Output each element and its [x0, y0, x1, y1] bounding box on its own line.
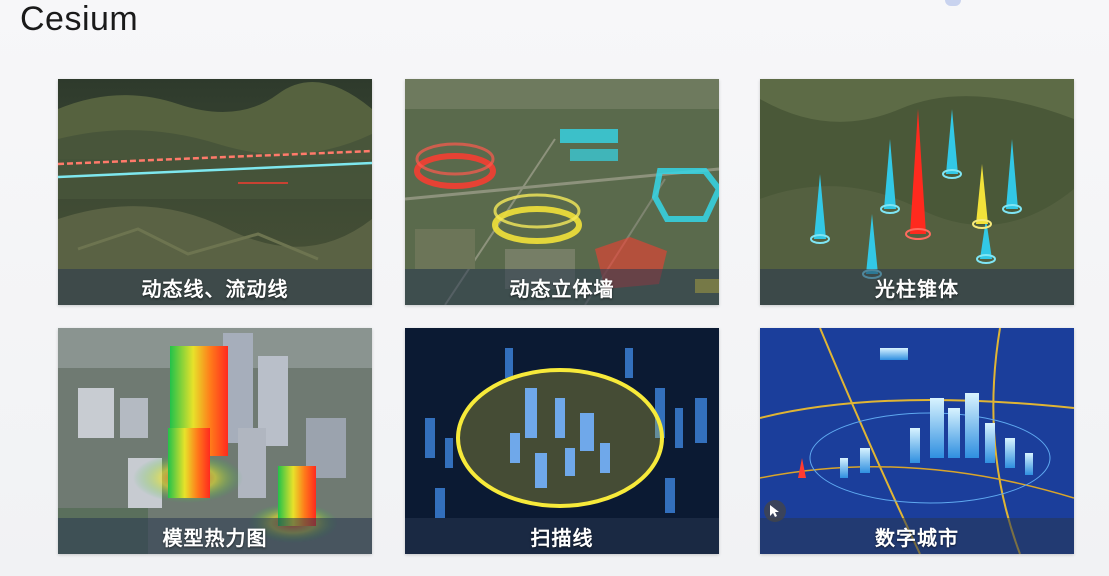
- tile-caption: 动态立体墙: [509, 278, 615, 301]
- tile-light-cones[interactable]: 光柱锥体: [760, 79, 1074, 305]
- tile-scanline[interactable]: 扫描线: [405, 328, 719, 554]
- tile-caption: 模型热力图: [162, 527, 268, 550]
- tile-digital-city[interactable]: 数字城市: [760, 328, 1074, 554]
- tile-caption: 光柱锥体: [875, 278, 959, 301]
- caption-bar: 动态线、流动线: [58, 269, 372, 305]
- tile-model-heatmap[interactable]: 模型热力图: [58, 328, 372, 554]
- tile-caption: 扫描线: [530, 527, 594, 550]
- tile-flow-line[interactable]: 动态线、流动线: [58, 79, 372, 305]
- cursor-icon: [764, 500, 786, 522]
- caption-bar: 光柱锥体: [760, 269, 1074, 305]
- corner-decoration: [945, 0, 961, 6]
- page-title: Cesium: [20, 0, 139, 38]
- caption-bar: 数字城市: [760, 518, 1074, 554]
- tile-dynamic-wall[interactable]: 动态立体墙: [405, 79, 719, 305]
- tile-caption: 动态线、流动线: [141, 278, 289, 301]
- slide: Cesium 动态线、流动线 动态立体墙 光柱锥体 模型热力图 扫描线 数字城市: [0, 0, 1109, 576]
- caption-bar: 扫描线: [405, 518, 719, 554]
- caption-bar: 动态立体墙: [405, 269, 719, 305]
- caption-bar: 模型热力图: [58, 518, 372, 554]
- tile-caption: 数字城市: [875, 527, 959, 550]
